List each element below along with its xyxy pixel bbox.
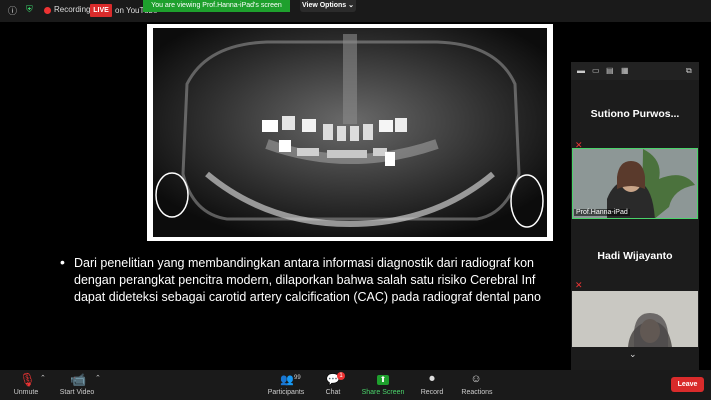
meeting-toolbar <box>0 370 711 400</box>
panel-toolbar <box>571 62 699 80</box>
chevron-up-icon[interactable]: ⌃ <box>40 374 46 382</box>
muted-mic-icon: ✕ <box>575 280 583 290</box>
participants-icon[interactable]: 👥 <box>280 373 294 386</box>
bullet-text-line: dengan perangkat pencitra modern, dilapo… <box>74 273 536 287</box>
view-options-button[interactable]: View Options ⌄ <box>300 0 356 12</box>
bullet-text-line: Dari penelitian yang membandingkan antar… <box>74 256 534 270</box>
reactions-button-label[interactable]: Reactions <box>459 389 495 396</box>
chat-unread-badge: 1 <box>337 372 345 380</box>
chevron-down-icon[interactable]: ⌄ <box>629 349 637 360</box>
chat-button-label[interactable]: Chat <box>323 389 343 396</box>
reactions-icon[interactable]: ☺ <box>469 373 483 385</box>
participant-name-label: Prof.Hanna-iPad <box>574 209 630 216</box>
chevron-down-icon: ⌄ <box>348 2 355 9</box>
participant-tile[interactable] <box>572 291 698 347</box>
chevron-up-icon[interactable]: ⌃ <box>95 374 101 382</box>
record-icon[interactable]: ⏺ <box>425 373 439 386</box>
bullet-icon: • <box>60 254 65 270</box>
recording-dot-icon <box>44 7 51 14</box>
xray-graphic <box>153 28 547 237</box>
grid-view-icon[interactable]: ▦ <box>621 66 629 75</box>
minimize-icon[interactable]: ▬ <box>577 66 585 75</box>
share-screen-button-label[interactable]: Share Screen <box>361 389 405 396</box>
view-options-label: View Options <box>301 2 347 9</box>
participant-name: Hadi Wijayanto <box>597 250 673 262</box>
strip-view-icon[interactable]: ▤ <box>606 66 614 75</box>
single-view-icon[interactable]: ▭ <box>592 66 600 75</box>
viewing-banner: You are viewing Prof.Hanna-iPad's screen <box>143 0 290 12</box>
share-screen-icon[interactable]: ⬆ <box>377 375 389 385</box>
recording-label: Recording <box>54 5 91 14</box>
video-off-icon[interactable]: 📹 <box>70 372 86 388</box>
muted-mic-icon[interactable]: 🎙 <box>19 372 36 388</box>
participants-count: 99 <box>294 375 301 381</box>
bullet-text-line: dapat dideteksi sebagai carotid artery c… <box>74 290 541 304</box>
info-icon[interactable]: ⓘ <box>8 4 17 17</box>
leave-button[interactable]: Leave <box>671 377 704 392</box>
unmute-button-label[interactable]: Unmute <box>9 389 43 396</box>
record-button-label[interactable]: Record <box>418 389 446 396</box>
participant-video <box>572 291 698 347</box>
participants-button-label[interactable]: Participants <box>266 389 306 396</box>
live-badge[interactable]: LIVE <box>90 4 112 17</box>
start-video-button-label[interactable]: Start Video <box>57 389 97 396</box>
expand-icon[interactable]: ⧉ <box>686 66 692 76</box>
panoramic-xray-image <box>147 24 553 241</box>
participant-name: Sutiono Purwos... <box>590 108 680 120</box>
shield-icon[interactable]: ⛨ <box>26 4 33 15</box>
